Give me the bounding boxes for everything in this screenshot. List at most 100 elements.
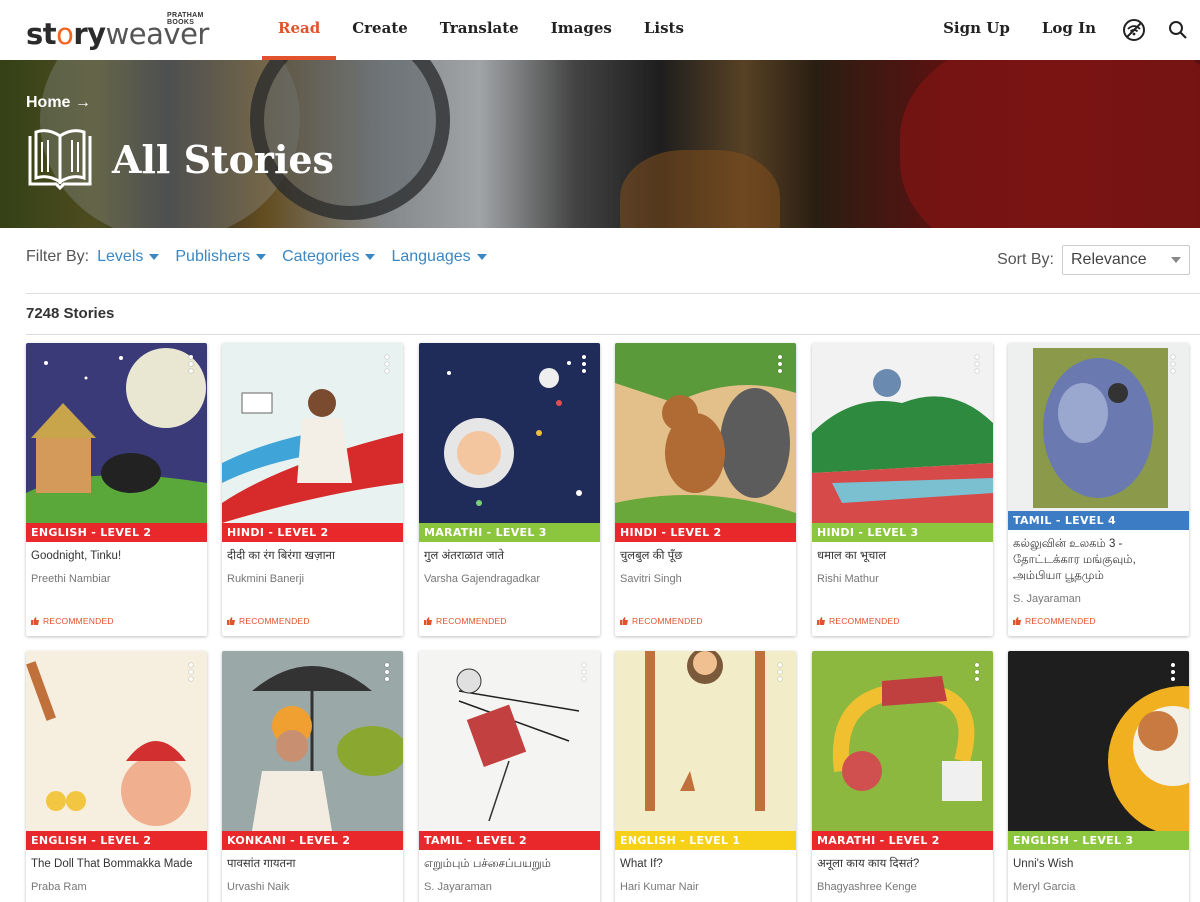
story-card[interactable]: MARATHI - LEVEL 2 अनूला काय काय दिसतं? B… [812,651,993,902]
card-menu-icon[interactable] [580,663,588,681]
card-menu-icon[interactable] [1169,663,1177,681]
card-menu-icon[interactable] [776,663,784,681]
story-author[interactable]: Urvashi Naik [227,881,289,893]
story-cover-image [419,651,600,831]
recommended-tag: RECOMMENDED [817,616,900,626]
story-author[interactable]: Preethi Nambiar [31,573,110,585]
top-header: PRATHAM BOOKS storyweaver Read Create Tr… [0,0,1200,60]
offline-wifi-icon[interactable] [1112,0,1156,60]
story-card[interactable]: KONKANI - LEVEL 2 पावसांत गायतना Urvashi… [222,651,403,902]
story-card[interactable]: HINDI - LEVEL 3 धमाल का भूचाल Rishi Math… [812,343,993,636]
story-card[interactable]: ENGLISH - LEVEL 2 Goodnight, Tinku! Pree… [26,343,207,636]
story-author[interactable]: Rishi Mathur [817,573,879,585]
recommended-tag: RECOMMENDED [620,616,703,626]
stories-count: 7248 Stories [26,305,115,322]
level-badge: MARATHI - LEVEL 3 [419,523,600,542]
story-title[interactable]: गुल अंतराळात जाते [424,548,596,564]
story-cover-image [26,343,207,523]
story-author[interactable]: Bhagyashree Kenge [817,881,917,893]
sort-select[interactable]: Relevance [1062,245,1190,275]
level-badge: HINDI - LEVEL 2 [615,523,796,542]
card-menu-icon[interactable] [383,663,391,681]
card-menu-icon[interactable] [187,663,195,681]
thumbs-up-icon [31,617,39,625]
chevron-down-icon [1171,257,1181,263]
story-card[interactable]: MARATHI - LEVEL 3 गुल अंतराळात जाते Vars… [419,343,600,636]
nav-lists[interactable]: Lists [628,0,700,60]
story-author[interactable]: Rukmini Banerji [227,573,304,585]
story-author[interactable]: Varsha Gajendragadkar [424,573,540,585]
story-card[interactable]: ENGLISH - LEVEL 3 Unni's Wish Meryl Garc… [1008,651,1189,902]
story-title[interactable]: Unni's Wish [1013,856,1185,872]
thumbs-up-icon [424,617,432,625]
sign-up-link[interactable]: Sign Up [927,0,1026,60]
story-card[interactable]: HINDI - LEVEL 2 दीदी का रंग बिरंगा खज़ान… [222,343,403,636]
story-title[interactable]: The Doll That Bommakka Made [31,856,203,872]
chevron-down-icon [256,254,267,260]
filter-categories[interactable]: Categories [282,248,376,266]
filter-languages[interactable]: Languages [391,248,487,266]
log-in-link[interactable]: Log In [1026,0,1112,60]
recommended-tag: RECOMMENDED [227,616,310,626]
breadcrumb-home[interactable]: Home → [26,94,91,112]
level-badge: ENGLISH - LEVEL 3 [1008,831,1189,850]
story-title[interactable]: Goodnight, Tinku! [31,548,203,564]
story-author[interactable]: Savitri Singh [620,573,682,585]
recommended-label: RECOMMENDED [436,616,507,626]
logo-part: weaver [105,17,210,51]
filter-levels-label: Levels [97,248,144,265]
page-title-group: All Stories [26,126,334,192]
recommended-label: RECOMMENDED [829,616,900,626]
story-author[interactable]: S. Jayaraman [424,881,492,893]
storyweaver-logo[interactable]: PRATHAM BOOKS storyweaver [26,10,226,50]
filter-levels[interactable]: Levels [97,248,160,266]
story-cover-image [615,343,796,523]
hero-banner: Home → All Stories [0,60,1200,228]
story-cover-image [419,343,600,523]
divider [26,334,1200,335]
level-badge: KONKANI - LEVEL 2 [222,831,403,850]
level-badge: HINDI - LEVEL 3 [812,523,993,542]
story-card[interactable]: TAMIL - LEVEL 2 எறும்பும் பச்சைப்பயறும் … [419,651,600,902]
story-card[interactable]: HINDI - LEVEL 2 चुलबुल की पूँछ Savitri S… [615,343,796,636]
search-icon[interactable] [1156,0,1200,60]
recommended-tag: RECOMMENDED [1013,616,1096,626]
story-author[interactable]: Meryl Garcia [1013,881,1075,893]
story-cover-image [1008,343,1189,511]
story-title[interactable]: கல்லுவின் உலகம் 3 - தோட்டக்கார மங்குவும்… [1013,536,1185,584]
card-menu-icon[interactable] [580,355,588,373]
nav-read[interactable]: Read [262,0,337,60]
nav-create[interactable]: Create [336,0,424,60]
story-title[interactable]: चुलबुल की पूँछ [620,548,792,564]
story-title[interactable]: अनूला काय काय दिसतं? [817,856,989,872]
filter-publishers[interactable]: Publishers [175,248,267,266]
sort-label: Sort By: [997,251,1054,268]
story-cover-image [222,651,403,831]
card-menu-icon[interactable] [383,355,391,373]
logo-wordmark: storyweaver [26,18,209,50]
story-author[interactable]: S. Jayaraman [1013,593,1081,605]
story-title[interactable]: दीदी का रंग बिरंगा खज़ाना [227,548,399,564]
card-menu-icon[interactable] [1169,355,1177,373]
filter-languages-label: Languages [391,248,471,265]
story-title[interactable]: पावसांत गायतना [227,856,399,872]
card-menu-icon[interactable] [973,355,981,373]
story-title[interactable]: What If? [620,856,792,872]
nav-translate[interactable]: Translate [424,0,535,60]
filter-categories-label: Categories [282,248,360,265]
story-author[interactable]: Hari Kumar Nair [620,881,699,893]
story-author[interactable]: Praba Ram [31,881,87,893]
story-title[interactable]: धमाल का भूचाल [817,548,989,564]
story-title[interactable]: எறும்பும் பச்சைப்பயறும் [424,856,596,872]
card-menu-icon[interactable] [187,355,195,373]
story-card[interactable]: TAMIL - LEVEL 4 கல்லுவின் உலகம் 3 - தோட்… [1008,343,1189,636]
story-card[interactable]: ENGLISH - LEVEL 1 What If? Hari Kumar Na… [615,651,796,902]
card-menu-icon[interactable] [973,663,981,681]
card-menu-icon[interactable] [776,355,784,373]
story-cover-image [812,343,993,523]
story-card[interactable]: ENGLISH - LEVEL 2 The Doll That Bommakka… [26,651,207,902]
sort-bar: Sort By: Relevance [997,245,1190,275]
nav-images[interactable]: Images [535,0,628,60]
level-badge: ENGLISH - LEVEL 2 [26,831,207,850]
main-nav: Read Create Translate Images Lists [262,0,700,60]
